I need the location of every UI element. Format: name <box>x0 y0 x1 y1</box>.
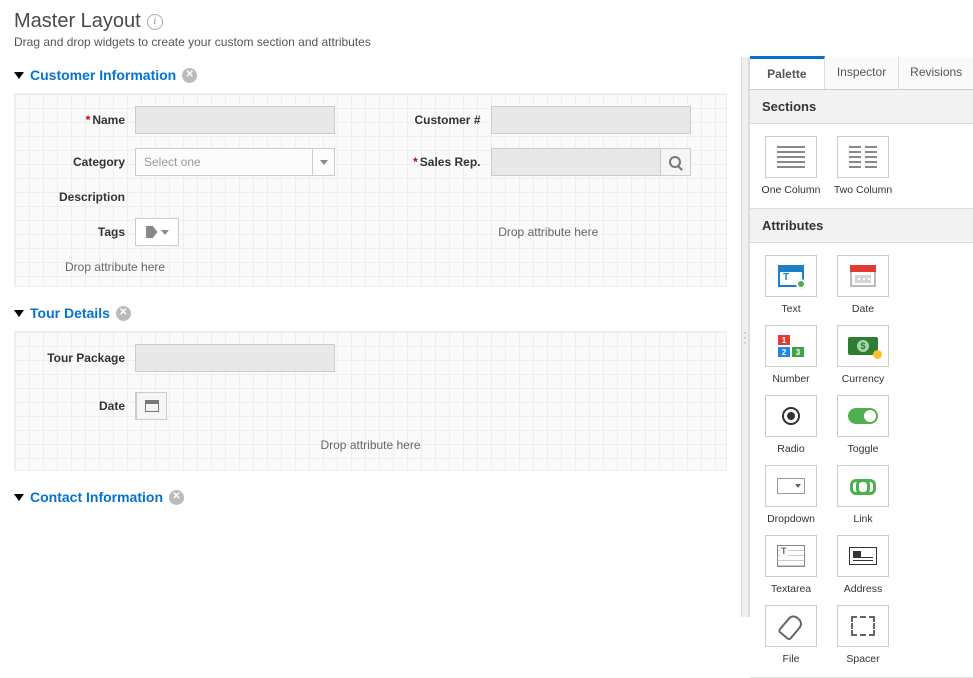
field-label: Sales Rep. <box>420 155 481 169</box>
section-tour-details: Tour Details ✕ Tour Package Date <box>14 305 727 471</box>
tabs: Palette Inspector Revisions <box>750 57 973 90</box>
drop-hint[interactable]: Drop attribute here <box>498 225 598 239</box>
calendar-button[interactable] <box>137 392 167 420</box>
section-title[interactable]: Tour Details <box>30 305 110 321</box>
tags-input[interactable] <box>135 218 179 246</box>
address-icon <box>849 547 877 565</box>
page-header: Master Layout i Drag and drop widgets to… <box>0 0 973 57</box>
collapse-icon[interactable] <box>14 494 24 501</box>
widget-address[interactable]: Address <box>834 535 892 595</box>
widget-text[interactable]: Text <box>762 255 820 315</box>
remove-section-icon[interactable]: ✕ <box>182 68 197 83</box>
collapse-icon[interactable] <box>14 310 24 317</box>
widget-file[interactable]: File <box>762 605 820 665</box>
widget-one-column[interactable]: One Column <box>762 136 820 196</box>
two-column-icon <box>849 146 877 168</box>
collapse-icon[interactable] <box>14 72 24 79</box>
remove-section-icon[interactable]: ✕ <box>169 490 184 505</box>
widget-number[interactable]: 123Number <box>762 325 820 385</box>
category-select[interactable]: Select one <box>135 148 335 176</box>
calendar-icon <box>145 400 159 412</box>
widget-spacer[interactable]: Spacer <box>834 605 892 665</box>
field-label: Description <box>59 190 125 204</box>
dropdown-icon <box>777 478 805 494</box>
radio-icon <box>782 407 800 425</box>
field-label: Tags <box>98 225 125 239</box>
info-icon[interactable]: i <box>147 14 163 30</box>
widget-dropdown[interactable]: Dropdown <box>762 465 820 525</box>
currency-icon <box>848 337 878 355</box>
field-label: Category <box>73 155 125 169</box>
customer-number-input[interactable] <box>491 106 691 134</box>
link-icon <box>850 479 876 493</box>
search-icon <box>669 156 681 168</box>
canvas[interactable]: Customer Information ✕ *Name Customer # <box>0 57 741 617</box>
drop-hint[interactable]: Drop attribute here <box>65 260 716 274</box>
select-placeholder: Select one <box>144 155 201 169</box>
widget-radio[interactable]: Radio <box>762 395 820 455</box>
chevron-down-icon <box>161 230 169 235</box>
widget-toggle[interactable]: Toggle <box>834 395 892 455</box>
chevron-down-icon <box>320 160 328 165</box>
text-icon <box>778 265 804 287</box>
one-column-icon <box>777 146 805 168</box>
section-customer-information: Customer Information ✕ *Name Customer # <box>14 67 727 287</box>
spacer-icon <box>851 616 875 636</box>
textarea-icon <box>777 545 805 567</box>
name-input[interactable] <box>135 106 335 134</box>
field-label: Tour Package <box>47 351 125 365</box>
field-label: Date <box>99 399 125 413</box>
remove-section-icon[interactable]: ✕ <box>116 306 131 321</box>
tab-revisions[interactable]: Revisions <box>899 57 973 89</box>
toggle-icon <box>848 408 878 424</box>
number-icon: 123 <box>778 335 804 357</box>
tab-inspector[interactable]: Inspector <box>825 57 900 89</box>
widget-link[interactable]: Link <box>834 465 892 525</box>
tag-icon <box>146 226 158 238</box>
sales-rep-input[interactable] <box>491 148 661 176</box>
widget-textarea[interactable]: Textarea <box>762 535 820 595</box>
drop-hint[interactable]: Drop attribute here <box>25 438 716 452</box>
resize-handle[interactable]: ⋮ <box>741 57 749 617</box>
field-label: Name <box>92 113 125 127</box>
widget-two-column[interactable]: Two Column <box>834 136 892 196</box>
tour-package-input[interactable] <box>135 344 335 372</box>
section-title[interactable]: Contact Information <box>30 489 163 505</box>
panel-heading-sections: Sections <box>750 90 973 124</box>
date-icon <box>850 265 876 287</box>
widget-currency[interactable]: Currency <box>834 325 892 385</box>
section-contact-information: Contact Information ✕ <box>14 489 727 505</box>
page-title: Master Layout <box>14 10 141 33</box>
search-button[interactable] <box>661 148 691 176</box>
widget-date[interactable]: Date <box>834 255 892 315</box>
field-label: Customer # <box>414 113 480 127</box>
tab-palette[interactable]: Palette <box>750 56 825 89</box>
section-title[interactable]: Customer Information <box>30 67 176 83</box>
panel-heading-attributes: Attributes <box>750 209 973 243</box>
file-icon <box>783 615 799 637</box>
page-subtitle: Drag and drop widgets to create your cus… <box>14 35 959 49</box>
side-panel: Palette Inspector Revisions Sections One… <box>749 57 973 617</box>
